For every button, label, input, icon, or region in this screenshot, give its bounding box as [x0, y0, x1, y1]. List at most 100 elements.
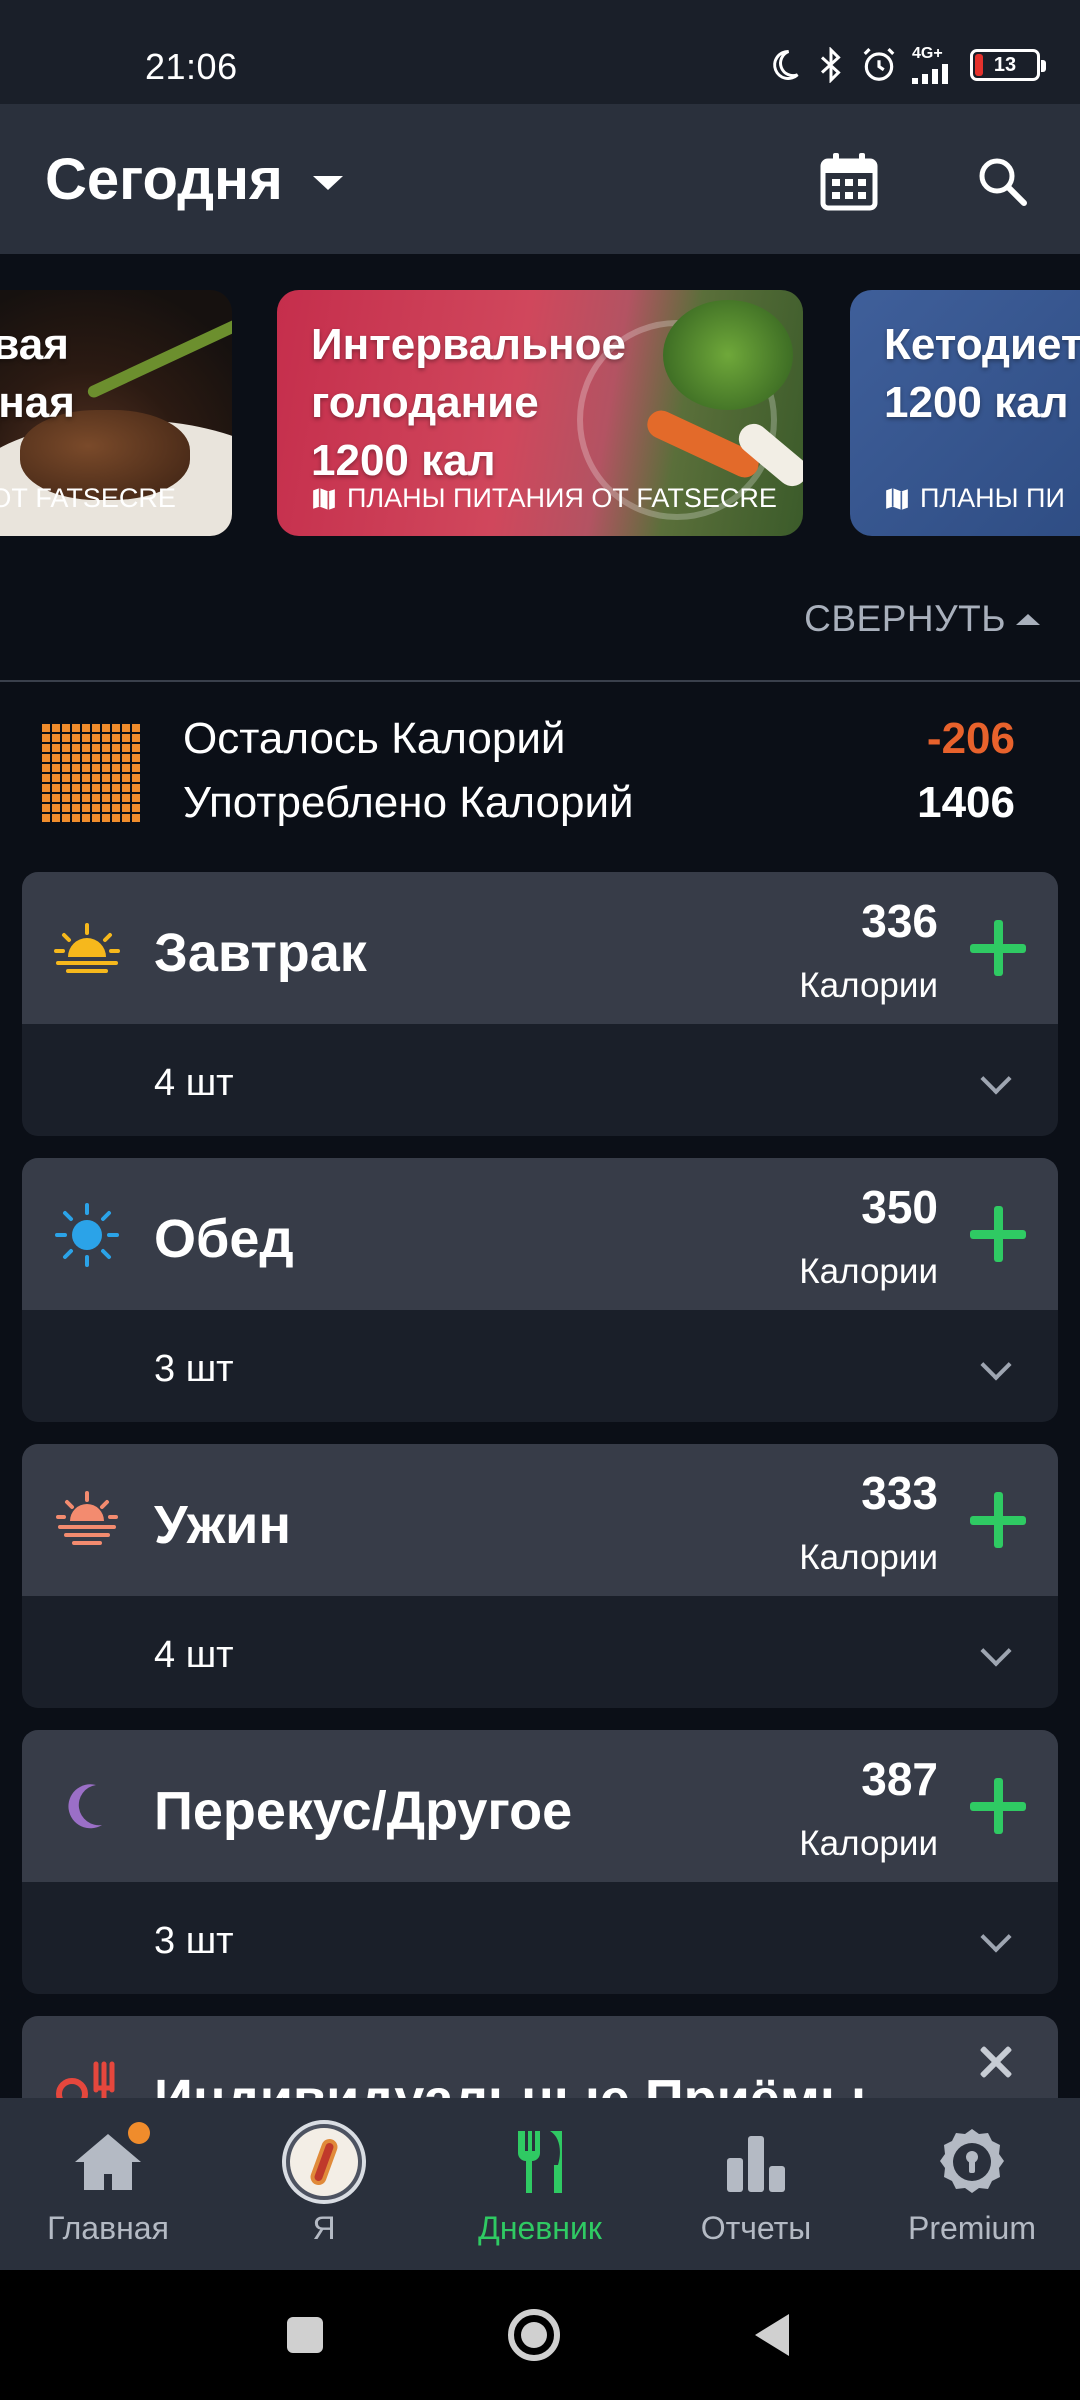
status-bar: 21:06 4G+ 13: [0, 0, 1080, 104]
status-icons: 4G+ 13: [766, 45, 1046, 84]
battery-icon: 13: [970, 49, 1046, 81]
nav-reports-label: Отчеты: [700, 2210, 812, 2246]
calendar-button[interactable]: [812, 144, 886, 218]
card-title-line: Кетодиет: [884, 320, 1080, 369]
status-time: 21:06: [145, 46, 238, 87]
card-source-label: ПЛАНЫ ПИ: [920, 483, 1065, 513]
circle-icon: [508, 2309, 560, 2361]
meal-card-breakfast: Завтрак 336 Калории 4 шт: [22, 872, 1058, 1136]
calendar-icon: [820, 153, 878, 211]
card-title-line: Интервальное: [311, 320, 626, 369]
battery-percent: 13: [993, 54, 1017, 76]
notification-dot: [128, 2122, 150, 2144]
meal-item-count: 4 шт: [154, 1634, 234, 1676]
recents-button[interactable]: [276, 2306, 334, 2364]
card-title-line: 1200 кал: [311, 436, 496, 485]
nav-home[interactable]: Главная: [0, 2098, 216, 2270]
card-title-line: одная: [0, 378, 75, 427]
card-title: Кетодиет 1200 кал: [884, 316, 1080, 432]
meal-name: Обед: [154, 1209, 294, 1269]
profile-avatar-icon: [282, 2120, 366, 2204]
moon-icon: [52, 1772, 122, 1842]
bar-chart-icon: [710, 2116, 802, 2208]
chevron-down-icon[interactable]: [976, 1064, 1016, 1104]
meal-header[interactable]: Перекус/Другое 387 Калории: [22, 1730, 1058, 1882]
avatar: [278, 2116, 370, 2208]
meal-plan-card[interactable]: ковая одная ИЯ ОТ FATSECRE: [0, 290, 232, 536]
card-title-line: 1200 кал: [884, 378, 1069, 427]
date-selector[interactable]: Сегодня: [45, 146, 343, 213]
add-food-button[interactable]: [968, 1776, 1028, 1836]
back-button[interactable]: [745, 2306, 803, 2364]
meal-card-lunch: Обед 350 Калории 3 шт: [22, 1158, 1058, 1422]
app-bar: Сегодня: [0, 104, 1080, 254]
card-title-line: голодание: [311, 378, 539, 427]
map-icon: [886, 487, 908, 510]
card-source: ИЯ ОТ FATSECRE: [0, 483, 176, 514]
nav-diary[interactable]: Дневник: [432, 2098, 648, 2270]
card-source-label: ПЛАНЫ ПИТАНИЯ ОТ FATSECRE: [347, 483, 777, 513]
meal-name: Ужин: [154, 1495, 291, 1555]
calorie-summary[interactable]: Осталось Калорий -206 Употреблено Калори…: [0, 682, 1080, 862]
meal-item-count: 3 шт: [154, 1348, 234, 1390]
remaining-calories-label: Осталось Калорий: [183, 714, 566, 763]
meal-name: Завтрак: [154, 923, 367, 983]
search-icon: [979, 158, 1027, 206]
meal-calories-label: Калории: [799, 1252, 938, 1291]
meal-calories: 350: [861, 1181, 938, 1233]
card-title: Интервальное голодание 1200 кал: [311, 316, 626, 490]
map-icon: [313, 487, 335, 510]
meal-calories-label: Калории: [799, 1824, 938, 1863]
system-navigation-bar: [0, 2270, 1080, 2400]
nav-home-label: Главная: [47, 2210, 169, 2246]
bluetooth-icon: [820, 47, 841, 83]
home-icon: [62, 2116, 154, 2208]
meal-plans-carousel[interactable]: ковая одная ИЯ ОТ FATSECRE Интервальное …: [0, 254, 1080, 574]
add-food-button[interactable]: [968, 918, 1028, 978]
nav-premium[interactable]: Premium: [864, 2098, 1080, 2270]
collapse-row: СВЕРНУТЬ: [0, 574, 1080, 682]
add-food-button[interactable]: [968, 1490, 1028, 1550]
lettuce-image: [663, 300, 793, 410]
signal-icon: [912, 64, 948, 84]
meal-card-snack: Перекус/Другое 387 Калории 3 шт: [22, 1730, 1058, 1994]
chevron-down-icon[interactable]: [976, 1636, 1016, 1676]
network-type: 4G+: [912, 45, 943, 62]
nav-premium-label: Premium: [907, 2210, 1036, 2246]
meal-calories-label: Калории: [799, 1538, 938, 1577]
meal-item-count: 3 шт: [154, 1920, 234, 1962]
search-button[interactable]: [965, 144, 1039, 218]
meal-calories-label: Калории: [799, 966, 938, 1005]
collapse-label: СВЕРНУТЬ: [804, 598, 1006, 639]
meal-name: Перекус/Другое: [154, 1781, 573, 1841]
chevron-down-icon[interactable]: [976, 1350, 1016, 1390]
meal-card-dinner: Ужин 333 Калории 4 шт: [22, 1444, 1058, 1708]
page-title: Сегодня: [45, 147, 283, 212]
collapse-button[interactable]: СВЕРНУТЬ: [804, 598, 1040, 640]
sunset-icon: [52, 1486, 122, 1556]
sun-icon: [52, 1200, 122, 1270]
card-title-line: ковая: [0, 320, 69, 369]
meal-header[interactable]: Обед 350 Калории: [22, 1158, 1058, 1310]
card-source: ПЛАНЫ ПИ: [884, 483, 1065, 514]
meal-plan-card[interactable]: Кетодиет 1200 кал ПЛАНЫ ПИ: [850, 290, 1080, 536]
meal-calories: 336: [861, 895, 938, 947]
meal-header[interactable]: Завтрак 336 Калории: [22, 872, 1058, 1024]
close-icon[interactable]: [976, 2042, 1016, 2082]
meal-calories: 387: [861, 1753, 938, 1805]
chevron-down-icon[interactable]: [976, 1922, 1016, 1962]
caret-down-icon: [312, 175, 343, 190]
card-title: ковая одная: [0, 316, 75, 432]
nav-reports[interactable]: Отчеты: [648, 2098, 864, 2270]
card-source-label: ИЯ ОТ FATSECRE: [0, 483, 176, 513]
meal-plan-card[interactable]: Интервальное голодание 1200 кал ПЛАНЫ ПИ…: [277, 290, 803, 536]
meal-header[interactable]: Ужин 333 Калории: [22, 1444, 1058, 1596]
consumed-calories-value: 1406: [917, 778, 1015, 827]
square-icon: [287, 2317, 323, 2353]
home-system-button[interactable]: [505, 2306, 563, 2364]
nav-me[interactable]: Я: [216, 2098, 432, 2270]
meal-calories: 333: [861, 1467, 938, 1519]
calorie-grid-icon: [40, 722, 140, 822]
add-food-button[interactable]: [968, 1204, 1028, 1264]
consumed-calories-label: Употреблено Калорий: [183, 778, 634, 827]
